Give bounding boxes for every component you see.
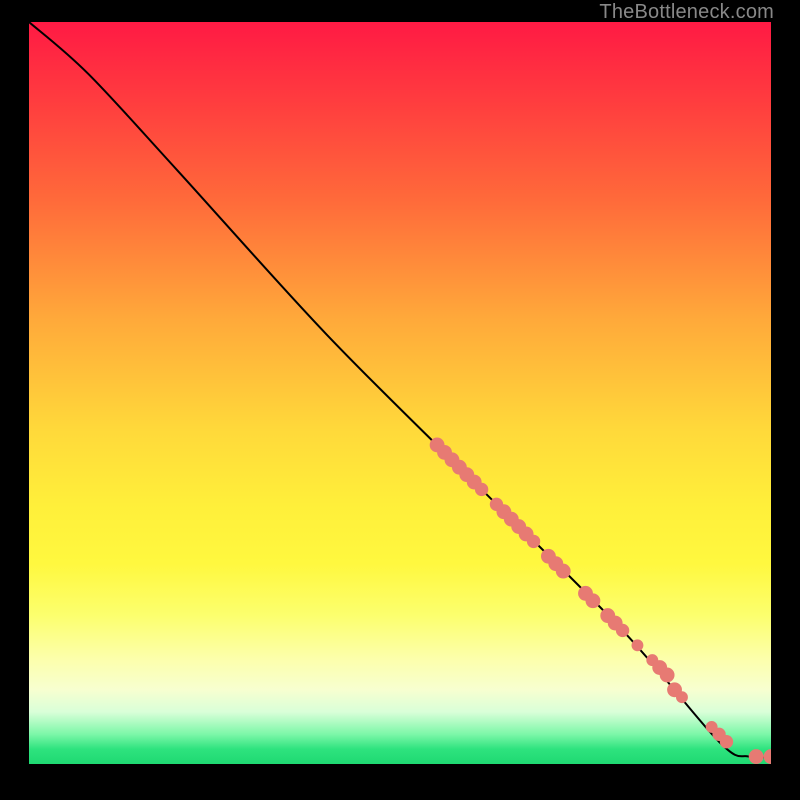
- data-marker: [475, 483, 488, 496]
- data-marker: [676, 691, 688, 703]
- data-marker: [632, 639, 644, 651]
- curve-line: [29, 22, 771, 758]
- data-marker: [556, 564, 571, 579]
- chart-plot-area: [29, 22, 771, 764]
- data-marker: [720, 735, 733, 748]
- data-marker: [764, 749, 771, 764]
- chart-svg: [29, 22, 771, 764]
- data-marker: [616, 624, 629, 637]
- attribution-text: TheBottleneck.com: [599, 1, 774, 24]
- data-marker: [749, 749, 764, 764]
- data-marker: [660, 668, 675, 683]
- data-marker: [586, 593, 601, 608]
- chart-stage: TheBottleneck.com: [0, 0, 800, 800]
- data-marker: [527, 535, 540, 548]
- markers-group: [430, 438, 771, 764]
